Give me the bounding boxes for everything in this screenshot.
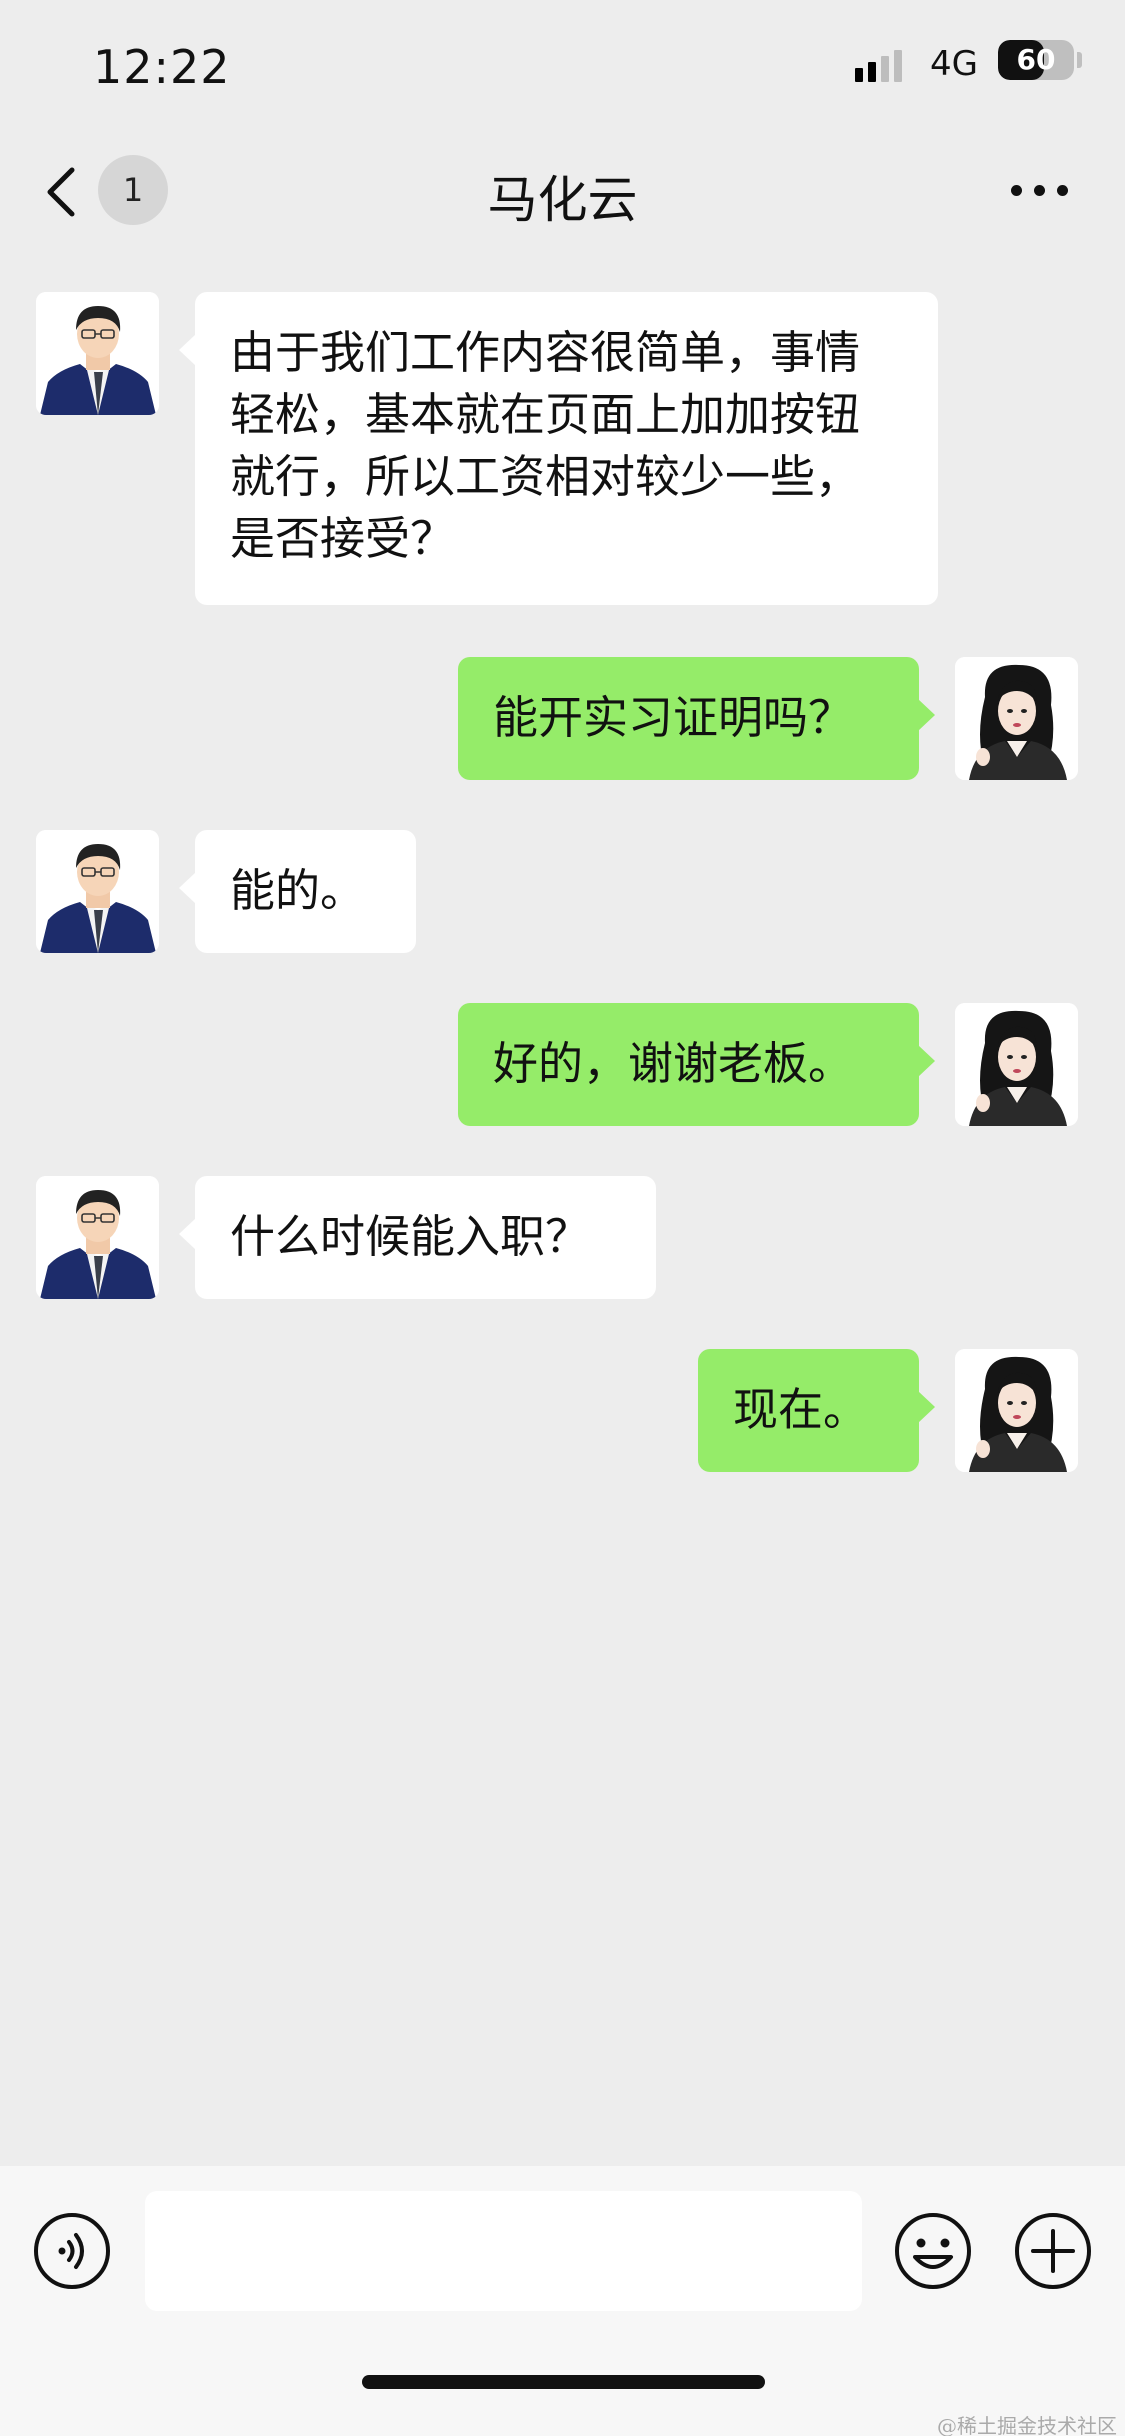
avatar-sender[interactable] — [36, 1176, 159, 1299]
signal-icon — [855, 50, 905, 82]
battery-cap — [1077, 52, 1082, 68]
status-time: 12:22 — [93, 40, 231, 94]
message-bubble-sent[interactable]: 现在。 — [698, 1349, 935, 1472]
more-horizontal-icon — [1011, 185, 1022, 196]
battery-level: 60 — [1016, 43, 1056, 76]
message-bubble-received[interactable]: 什么时候能入职？ — [179, 1176, 656, 1299]
emoji-button[interactable] — [893, 2211, 973, 2291]
message-input[interactable] — [145, 2191, 862, 2311]
watermark: @稀土掘金技术社区 — [937, 2414, 1117, 2436]
page-title: 马化云 — [487, 171, 638, 229]
emoji-icon — [895, 2213, 971, 2289]
message-text: 什么时候能入职？ — [230, 1210, 591, 1263]
message-text: 能的。 — [230, 864, 366, 917]
voice-icon — [34, 2213, 110, 2289]
message-text: 能开实习证明吗？ — [493, 691, 854, 744]
message-bubble-sent[interactable]: 能开实习证明吗？ — [458, 657, 935, 780]
more-button[interactable] — [1005, 170, 1075, 210]
avatar-sender[interactable] — [36, 292, 159, 415]
chevron-left-icon — [47, 167, 75, 217]
message-text: 由于我们工作内容很简单，事情轻松，基本就在页面上加加按钮就行，所以工资相对较少一… — [230, 326, 861, 565]
message-bubble-sent[interactable]: 好的，谢谢老板。 — [458, 1003, 935, 1126]
voice-button[interactable] — [32, 2211, 112, 2291]
status-bar: 12:22 4G 60 — [0, 0, 1125, 130]
message-text: 现在。 — [733, 1383, 869, 1436]
more-dot — [1034, 185, 1045, 196]
more-dot — [1057, 185, 1068, 196]
message-text: 好的，谢谢老板。 — [493, 1037, 854, 1090]
message-bubble-received[interactable]: 能的。 — [179, 830, 416, 953]
back-button[interactable] — [38, 162, 88, 222]
avatar-sender[interactable] — [36, 830, 159, 953]
avatar-self[interactable] — [955, 657, 1078, 780]
input-bar — [0, 2166, 1125, 2436]
home-indicator[interactable] — [362, 2375, 765, 2389]
message-bubble-received[interactable]: 由于我们工作内容很简单，事情轻松，基本就在页面上加加按钮就行，所以工资相对较少一… — [179, 292, 938, 605]
avatar-self[interactable] — [955, 1349, 1078, 1472]
unread-count-badge[interactable]: 1 — [98, 155, 168, 225]
chat-screen: 12:22 4G 60 1 马化云 由于我们工作内容很简单，事情轻松，基本就在页… — [0, 0, 1125, 2436]
avatar-self[interactable] — [955, 1003, 1078, 1126]
plus-circle-icon — [1015, 2213, 1091, 2289]
network-label: 4G — [930, 44, 978, 84]
battery-icon: 60 — [998, 40, 1074, 80]
more-actions-button[interactable] — [1013, 2211, 1093, 2291]
nav-bar: 1 马化云 — [0, 130, 1125, 255]
